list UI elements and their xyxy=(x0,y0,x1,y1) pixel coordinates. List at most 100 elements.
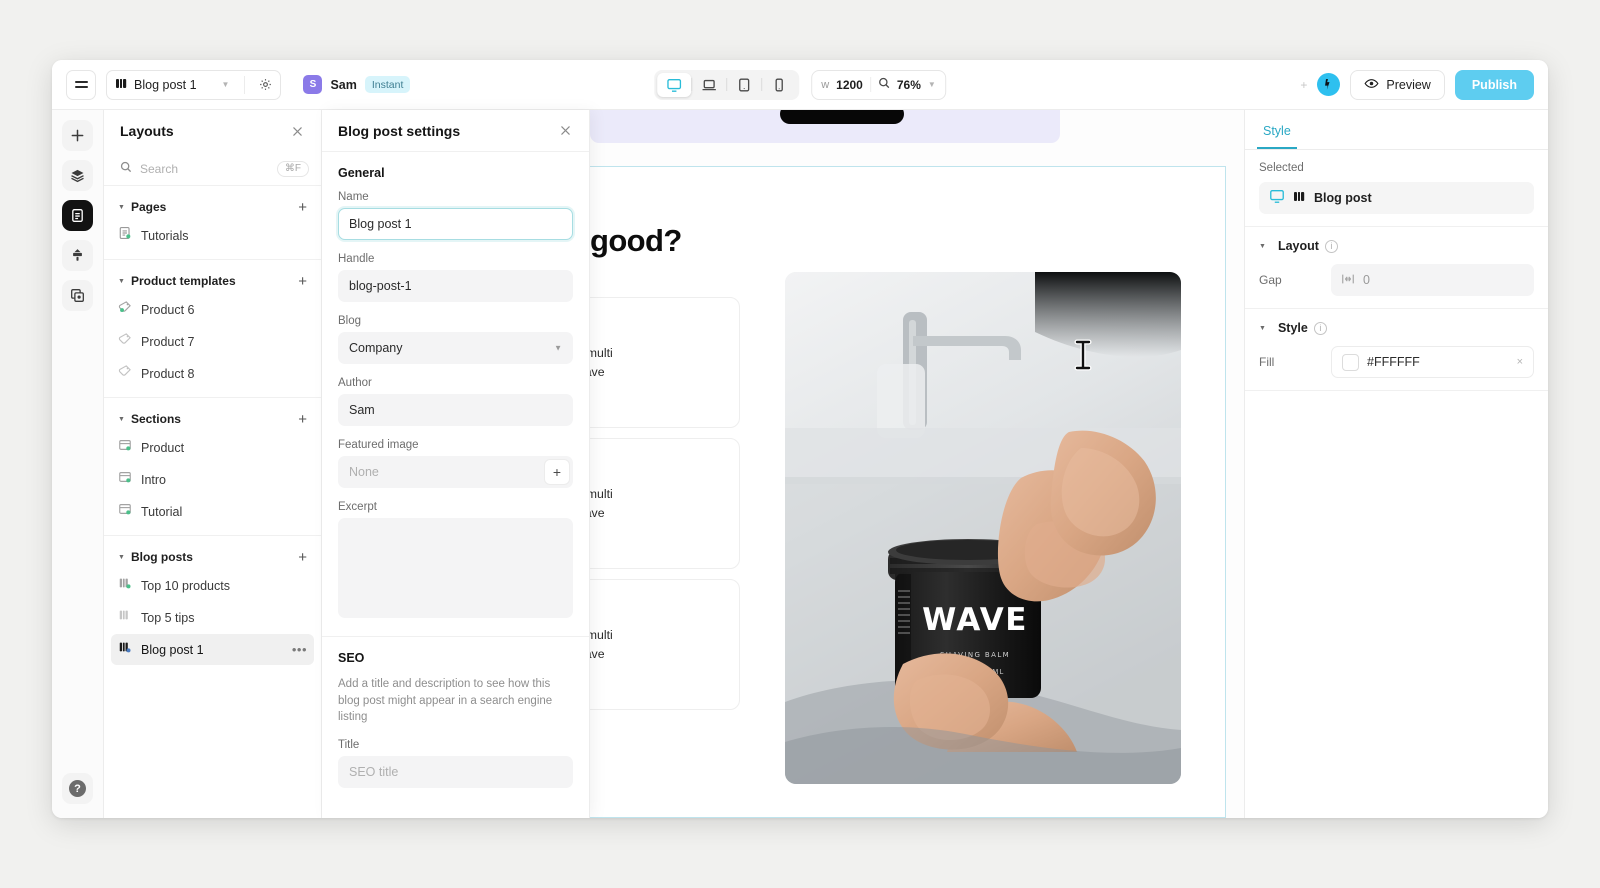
workspace: ? Layouts Search ⌘F ▼ Pages + Tutorials … xyxy=(52,110,1548,818)
list-item[interactable]: Tutorials xyxy=(111,220,314,251)
page-frame[interactable]: good? ed. Meet the multi st-wanted shave… xyxy=(590,166,1226,818)
add-section-button[interactable]: + xyxy=(296,412,309,427)
add-product-template-button[interactable]: + xyxy=(296,274,309,289)
group-title: Blog posts xyxy=(130,550,193,564)
chevron-down-icon: ▼ xyxy=(118,415,125,423)
product-template-icon xyxy=(118,332,132,351)
add-blog-post-button[interactable]: + xyxy=(296,550,309,565)
rail-pages-button[interactable] xyxy=(62,200,93,231)
plan-badge: Instant xyxy=(364,76,411,93)
name-input[interactable] xyxy=(338,208,573,240)
info-icon[interactable]: i xyxy=(1324,239,1338,253)
author-label: Author xyxy=(338,377,372,389)
gap-icon xyxy=(1341,273,1355,288)
featured-image-label: Featured image xyxy=(338,439,419,451)
list-item[interactable]: Product 8 xyxy=(111,358,314,389)
selected-element-chip[interactable]: Blog post xyxy=(1259,182,1534,214)
question-mark-icon: ? xyxy=(69,780,86,797)
width-value[interactable]: 1200 xyxy=(836,78,863,92)
zoom-value[interactable]: 76% xyxy=(897,78,921,92)
list-item[interactable]: Top 5 tips xyxy=(111,602,314,633)
blog-post-icon xyxy=(118,608,132,627)
help-button[interactable]: ? xyxy=(62,773,93,804)
gap-input[interactable]: 0 xyxy=(1331,264,1534,296)
settings-header: Blog post settings xyxy=(322,110,589,152)
gear-icon[interactable] xyxy=(252,72,278,98)
publish-button[interactable]: Publish xyxy=(1454,69,1534,100)
list-item[interactable]: Top 10 products xyxy=(111,570,314,601)
field-name: Name xyxy=(338,191,573,240)
card[interactable]: ed. Meet the multi st-wanted shave xyxy=(590,579,740,710)
color-swatch[interactable] xyxy=(1342,353,1359,371)
list-item-more-button[interactable]: ••• xyxy=(292,642,307,657)
brand-logo-icon[interactable] xyxy=(1317,73,1341,96)
blog-select[interactable] xyxy=(338,332,573,364)
handle-input[interactable] xyxy=(338,270,573,302)
canvas[interactable]: good? ed. Meet the multi st-wanted shave… xyxy=(590,110,1244,818)
style-heading-row[interactable]: ▼ Style i xyxy=(1259,321,1534,335)
list-item-blog-post-1[interactable]: Blog post 1 ••• xyxy=(111,634,314,665)
list-item[interactable]: Intro xyxy=(111,464,314,495)
group-header-blog-posts[interactable]: ▼ Blog posts + xyxy=(104,545,321,569)
layouts-search[interactable]: Search ⌘F xyxy=(104,152,321,186)
device-laptop-button[interactable] xyxy=(692,73,726,97)
user-info[interactable]: S Sam Instant xyxy=(303,75,411,94)
card[interactable]: ed. Meet the multi st-wanted shave xyxy=(590,438,740,569)
device-desktop-button[interactable] xyxy=(657,72,692,97)
group-header-pages[interactable]: ▼ Pages + xyxy=(104,195,321,219)
author-input[interactable] xyxy=(338,394,573,426)
document-chip[interactable]: Blog post 1 ▼ xyxy=(106,69,282,100)
list-item[interactable]: Product xyxy=(111,432,314,463)
list-item[interactable]: Product 6 xyxy=(111,294,314,325)
divider xyxy=(869,77,871,92)
clear-fill-button[interactable]: × xyxy=(1517,356,1523,368)
group-header-product-templates[interactable]: ▼ Product templates + xyxy=(104,269,321,293)
list-item[interactable]: Product 7 xyxy=(111,326,314,357)
layouts-header: Layouts xyxy=(104,110,321,152)
excerpt-textarea[interactable] xyxy=(338,518,573,618)
rail-add-button[interactable] xyxy=(62,120,93,151)
divider xyxy=(244,75,246,94)
product-template-icon xyxy=(118,300,132,319)
magnifier-icon xyxy=(878,76,890,94)
hero-image[interactable]: WAVE SHAVING BALM 1 OZ • 30 ML xyxy=(785,272,1181,784)
add-featured-image-button[interactable]: + xyxy=(544,459,570,485)
rail-theme-button[interactable] xyxy=(62,240,93,271)
fill-input[interactable]: #FFFFFF × xyxy=(1331,346,1534,378)
rail-layers-button[interactable] xyxy=(62,160,93,191)
chevron-down-icon: ▼ xyxy=(118,277,125,285)
hamburger-menu-button[interactable] xyxy=(66,69,96,100)
top-bar-left: Blog post 1 ▼ S Sam Instant xyxy=(66,69,411,100)
layout-section: ▼ Layout i Gap 0 xyxy=(1245,227,1548,309)
fill-value: #FFFFFF xyxy=(1367,355,1420,369)
group-header-sections[interactable]: ▼ Sections + xyxy=(104,407,321,431)
featured-image-input[interactable] xyxy=(338,456,573,488)
device-tablet-button[interactable] xyxy=(727,73,761,97)
rail-components-button[interactable] xyxy=(62,280,93,311)
close-icon[interactable] xyxy=(287,121,307,141)
list-item[interactable]: Tutorial xyxy=(111,496,314,527)
close-icon[interactable] xyxy=(555,121,575,141)
name-label: Name xyxy=(338,191,369,203)
handle-label: Handle xyxy=(338,253,375,265)
tab-style[interactable]: Style xyxy=(1257,124,1297,149)
preview-button[interactable]: Preview xyxy=(1350,69,1445,100)
list-item-label: Product xyxy=(141,440,185,455)
search-input[interactable]: Search xyxy=(140,162,269,176)
chevron-down-icon: ▼ xyxy=(1259,324,1266,332)
chevron-down-icon[interactable]: ▼ xyxy=(204,80,238,89)
seo-title-input[interactable] xyxy=(338,756,573,789)
card[interactable]: ed. Meet the multi st-wanted shave xyxy=(590,297,740,428)
featured-image-wrapper: + xyxy=(338,456,573,488)
zoom-controls[interactable]: w 1200 76% ▼ xyxy=(811,69,946,100)
layout-heading-row[interactable]: ▼ Layout i xyxy=(1259,239,1534,253)
info-icon[interactable]: i xyxy=(1313,321,1327,335)
settings-title: Blog post settings xyxy=(338,122,461,139)
device-mobile-button[interactable] xyxy=(762,73,796,97)
avatar: S xyxy=(303,75,323,94)
gap-row: Gap 0 xyxy=(1259,264,1534,296)
group-product-templates: ▼ Product templates + Product 6 Product … xyxy=(104,260,321,398)
add-page-button[interactable]: + xyxy=(296,200,309,215)
chevron-down-icon[interactable]: ▼ xyxy=(928,80,936,89)
add-collaborator-button[interactable]: + xyxy=(1300,78,1307,92)
